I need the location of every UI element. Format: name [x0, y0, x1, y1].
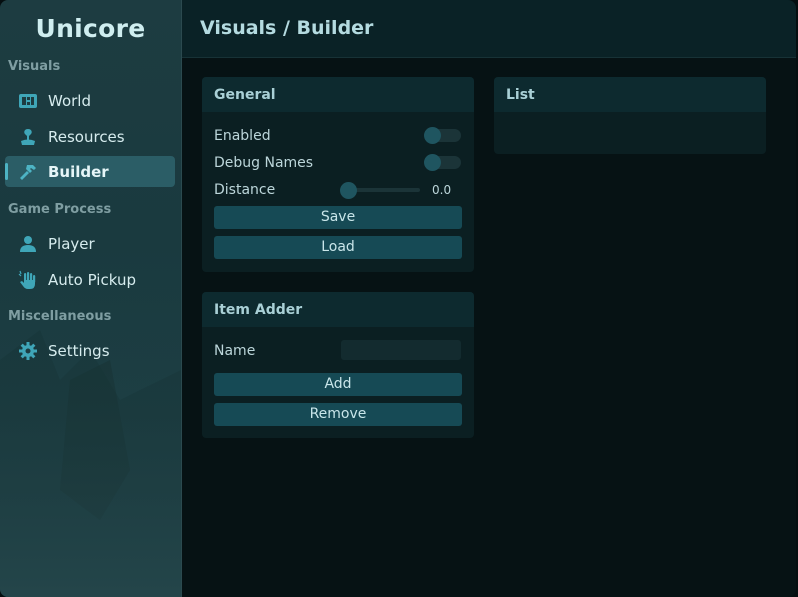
- name-input[interactable]: [341, 340, 461, 360]
- sidebar-item-resources[interactable]: Resources: [5, 121, 175, 152]
- sidebar-item-label: Auto Pickup: [48, 270, 136, 289]
- item-adder-panel: Item Adder Name Add Remove: [202, 292, 474, 438]
- distance-slider[interactable]: [340, 182, 420, 199]
- list-panel: List: [494, 77, 766, 154]
- plant-icon: [18, 127, 38, 147]
- hammer-icon: [18, 162, 38, 182]
- sidebar-item-world[interactable]: World: [5, 85, 175, 116]
- remove-button[interactable]: Remove: [214, 403, 462, 426]
- debug-names-toggle[interactable]: [424, 154, 461, 171]
- sidebar: Unicore Visuals World Resources Builder …: [0, 0, 182, 597]
- panel-title: List: [506, 87, 535, 103]
- load-button[interactable]: Load: [214, 236, 462, 259]
- toggle-knob: [424, 127, 441, 144]
- section-label-miscellaneous: Miscellaneous: [8, 309, 112, 324]
- general-panel-header: General: [202, 77, 474, 112]
- sidebar-item-player[interactable]: Player: [5, 228, 175, 259]
- general-panel: General Enabled Debug Names Distance 0.0…: [202, 77, 474, 272]
- distance-label: Distance: [214, 182, 276, 198]
- sidebar-item-builder[interactable]: Builder: [5, 156, 175, 187]
- breadcrumb: Visuals / Builder: [200, 17, 374, 39]
- add-button[interactable]: Add: [214, 373, 462, 396]
- sidebar-item-settings[interactable]: Settings: [5, 335, 175, 366]
- enabled-toggle[interactable]: [424, 127, 461, 144]
- save-button[interactable]: Save: [214, 206, 462, 229]
- sidebar-item-label: World: [48, 91, 91, 110]
- map-icon: [18, 91, 38, 111]
- app-title: Unicore: [35, 14, 146, 43]
- section-label-visuals: Visuals: [8, 59, 61, 74]
- slider-knob[interactable]: [340, 182, 357, 199]
- gear-icon: [18, 341, 38, 361]
- name-label: Name: [214, 343, 256, 359]
- sidebar-item-label: Builder: [48, 162, 109, 181]
- debug-names-label: Debug Names: [214, 155, 314, 171]
- distance-value: 0.0: [432, 183, 452, 197]
- panel-title: General: [214, 87, 276, 103]
- user-icon: [18, 234, 38, 254]
- sidebar-item-label: Resources: [48, 127, 125, 146]
- sidebar-item-auto-pickup[interactable]: Auto Pickup: [5, 264, 175, 295]
- page-header: Visuals / Builder: [182, 0, 796, 58]
- enabled-label: Enabled: [214, 128, 271, 144]
- hand-pickup-icon: [18, 270, 38, 290]
- panel-title: Item Adder: [214, 302, 303, 318]
- sidebar-item-label: Player: [48, 234, 95, 253]
- section-label-game-process: Game Process: [8, 202, 112, 217]
- app-window: Unicore Visuals World Resources Builder …: [0, 0, 796, 597]
- sidebar-item-label: Settings: [48, 341, 110, 360]
- list-panel-header: List: [494, 77, 766, 112]
- toggle-knob: [424, 154, 441, 171]
- item-adder-panel-header: Item Adder: [202, 292, 474, 327]
